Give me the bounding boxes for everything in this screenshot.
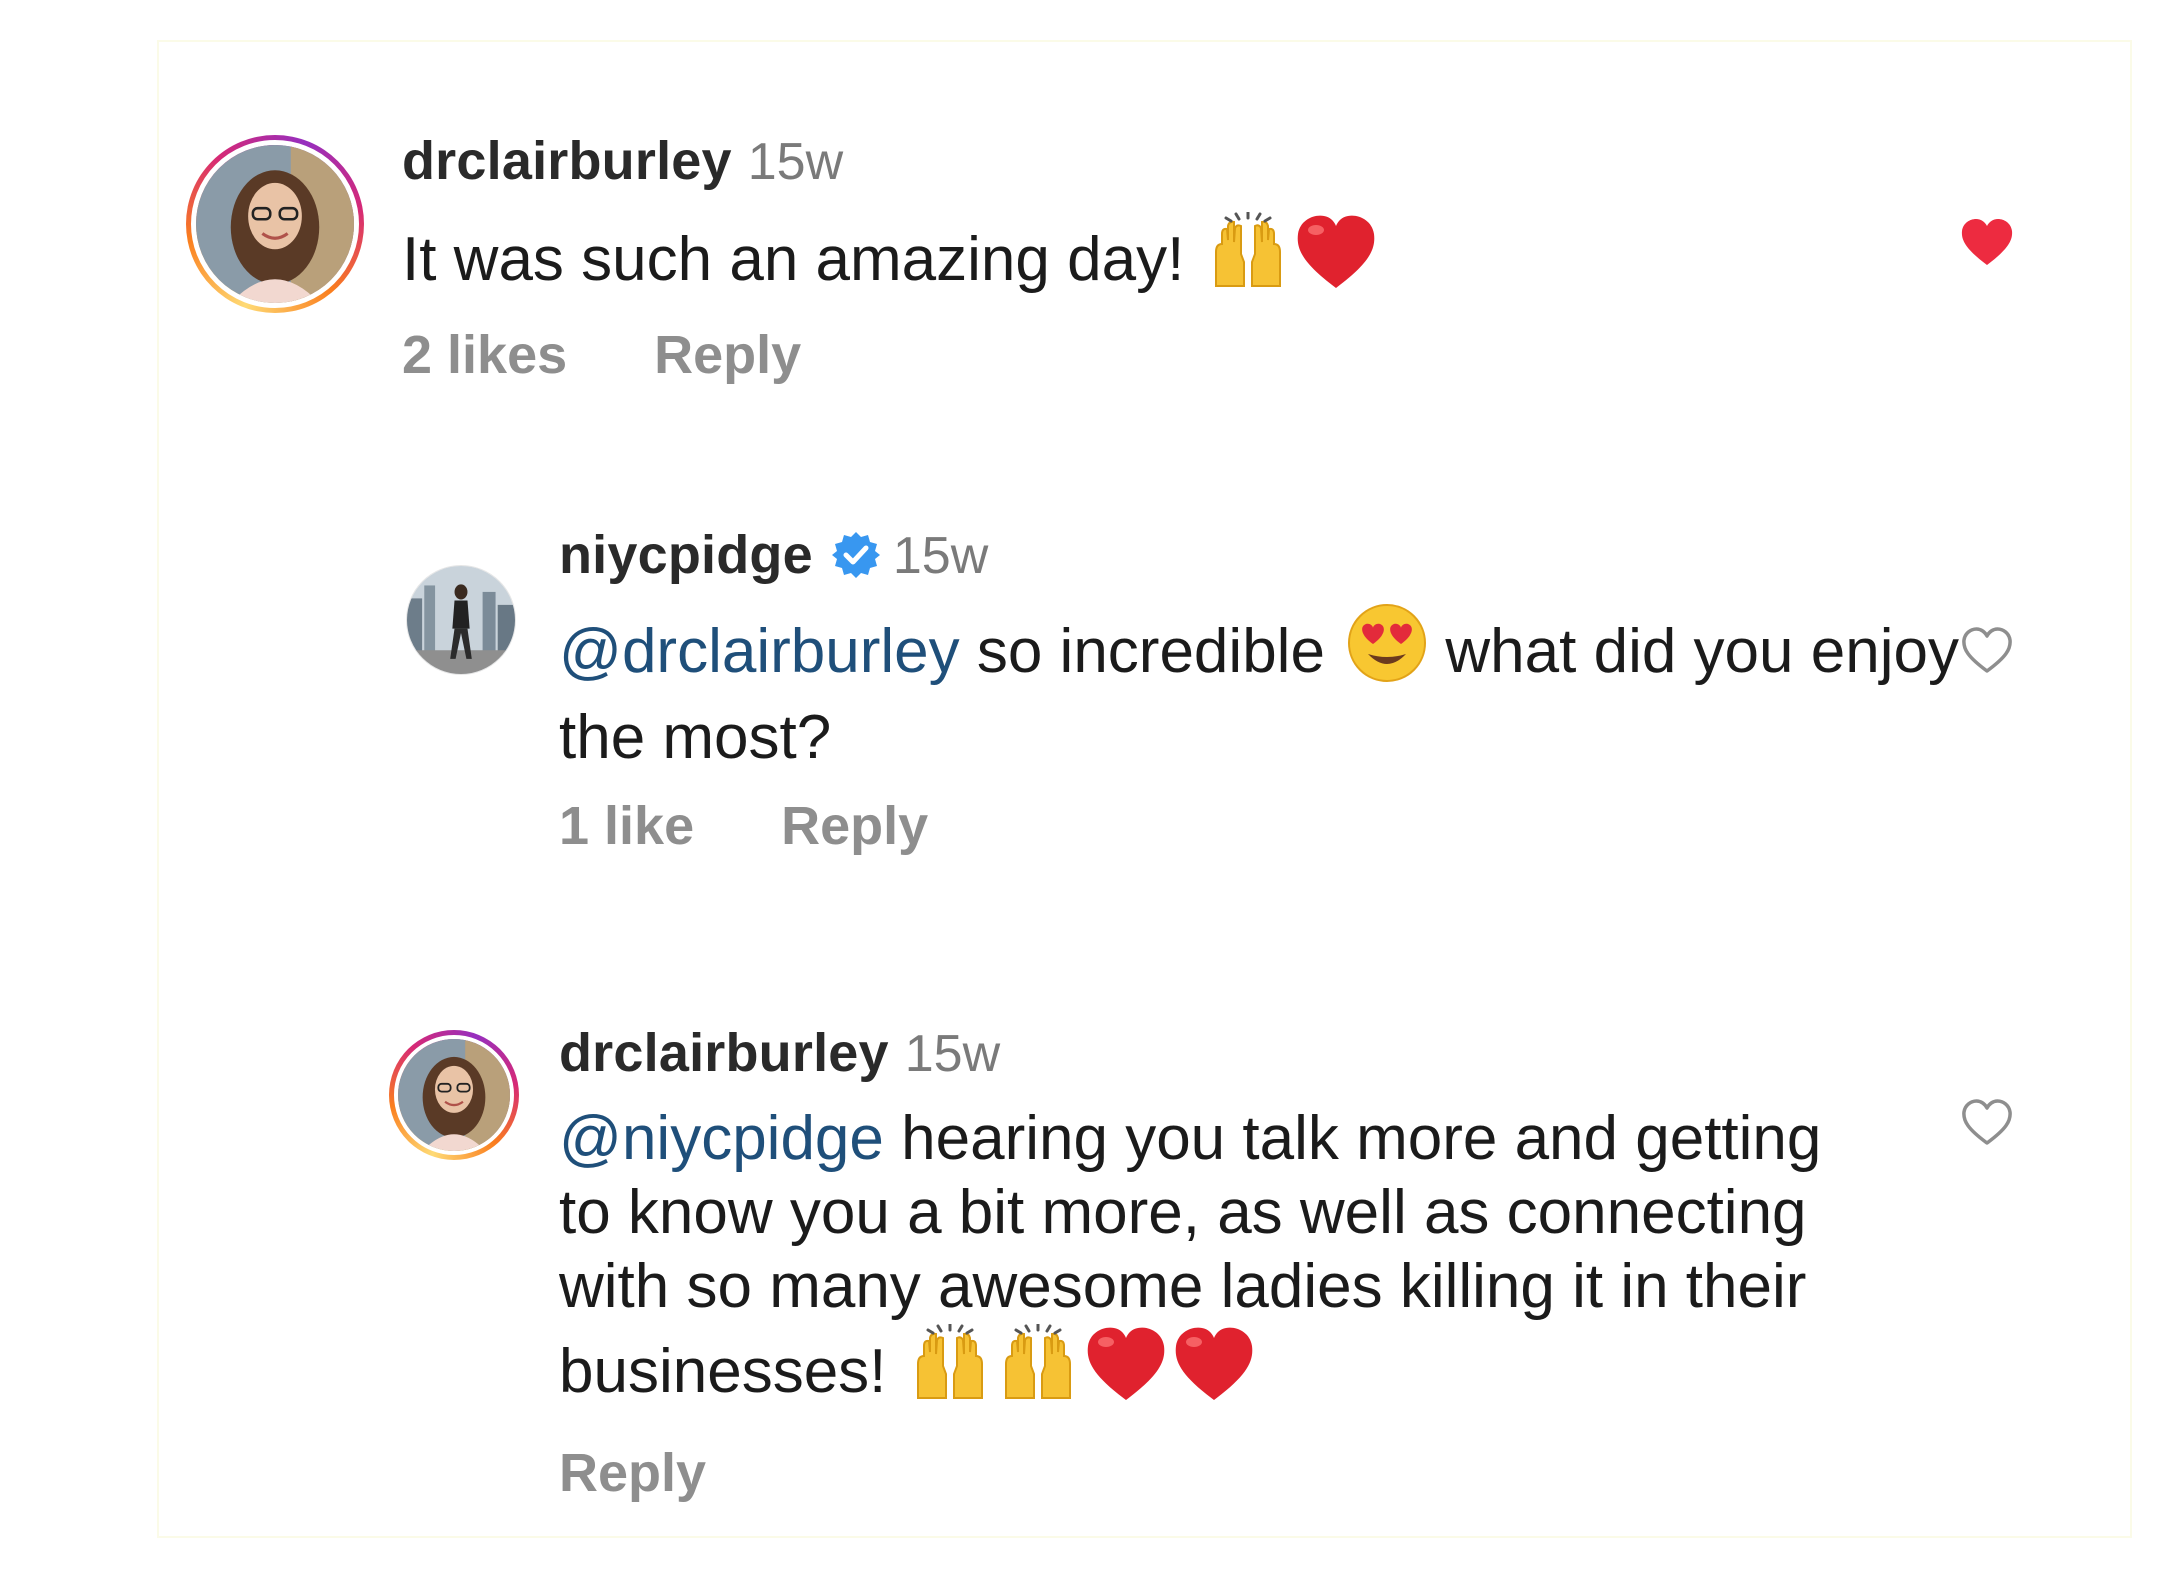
profile-photo-icon bbox=[398, 1039, 510, 1151]
comment-item: niycpidge 15w @drclairburley so incredib… bbox=[159, 442, 2134, 922]
profile-photo-icon bbox=[407, 566, 515, 674]
heart-outline-icon bbox=[1962, 1099, 2012, 1145]
red-heart-icon bbox=[1294, 212, 1378, 309]
comment-header: drclairburley 15w bbox=[402, 130, 843, 192]
like-button[interactable] bbox=[1959, 625, 2015, 675]
timestamp: 15w bbox=[904, 1025, 1001, 1083]
avatar[interactable] bbox=[389, 1030, 519, 1160]
comment-text: @niycpidge hearing you talk more and get… bbox=[559, 1102, 1839, 1421]
comment-body: so incredible bbox=[976, 617, 1325, 686]
likes-count[interactable]: 2 likes bbox=[402, 325, 567, 385]
comment-actions: Reply bbox=[559, 1442, 706, 1504]
timestamp: 15w bbox=[892, 527, 989, 585]
comment-body: It was such an amazing day! bbox=[402, 225, 1185, 294]
comment-item: drclairburley 15w @niycpidge hearing you… bbox=[159, 942, 2134, 1504]
heart-filled-icon bbox=[1961, 219, 2013, 265]
comment-text: @drclairburley so incredible what did yo… bbox=[559, 602, 1959, 775]
raising-hands-icon bbox=[996, 1322, 1080, 1421]
reply-button[interactable]: Reply bbox=[559, 1443, 706, 1503]
raising-hands-icon bbox=[1206, 210, 1290, 309]
avatar[interactable] bbox=[186, 135, 364, 313]
raising-hands-icon bbox=[908, 1322, 992, 1421]
comments-panel: drclairburley 15w It was such an amazing… bbox=[157, 40, 2132, 1538]
avatar[interactable] bbox=[406, 565, 516, 675]
username[interactable]: drclairburley bbox=[559, 1022, 889, 1084]
username[interactable]: niycpidge bbox=[559, 524, 813, 586]
reply-button[interactable]: Reply bbox=[654, 325, 801, 385]
heart-outline-icon bbox=[1962, 627, 2012, 673]
profile-photo-icon bbox=[196, 145, 354, 303]
comment-item: drclairburley 15w It was such an amazing… bbox=[159, 42, 2134, 422]
timestamp: 15w bbox=[747, 133, 844, 191]
red-heart-icon bbox=[1172, 1324, 1256, 1421]
like-button[interactable] bbox=[1959, 217, 2015, 267]
comment-actions: 2 likes Reply bbox=[402, 324, 801, 386]
comment-actions: 1 like Reply bbox=[559, 795, 928, 857]
reply-button[interactable]: Reply bbox=[781, 796, 928, 856]
comment-text: It was such an amazing day! bbox=[402, 210, 1378, 309]
red-heart-icon bbox=[1084, 1324, 1168, 1421]
verified-badge-icon bbox=[831, 530, 881, 580]
comment-header: niycpidge 15w bbox=[559, 524, 988, 586]
likes-count[interactable]: 1 like bbox=[559, 796, 694, 856]
username[interactable]: drclairburley bbox=[402, 130, 732, 192]
heart-eyes-icon bbox=[1346, 602, 1428, 701]
like-button[interactable] bbox=[1959, 1097, 2015, 1147]
comment-header: drclairburley 15w bbox=[559, 1022, 1000, 1084]
mention-link[interactable]: @drclairburley bbox=[559, 617, 960, 686]
mention-link[interactable]: @niycpidge bbox=[559, 1104, 884, 1173]
